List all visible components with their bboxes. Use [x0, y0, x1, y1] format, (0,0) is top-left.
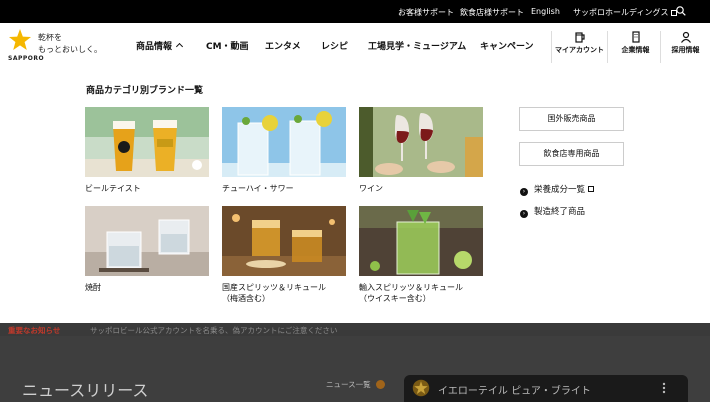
wine-thumbnail	[359, 107, 483, 177]
main-header: SAPPORO 乾杯を もっとおいしく。 商品情報 CM・動画 エンタメ レシピ…	[0, 23, 710, 69]
important-notice-bar: 重要なお知らせ サッポロビール公式アカウントを名乗る、偽アカウントにご注意くださ…	[0, 323, 710, 336]
overseas-products-button[interactable]: 国外販売商品	[519, 107, 624, 131]
beer-thumbnail	[85, 107, 209, 177]
news-release-heading: ニュースリリース	[22, 381, 149, 400]
shochu-thumbnail	[85, 206, 209, 276]
star-logo-icon	[9, 29, 31, 50]
domestic-spirits-thumbnail	[222, 206, 346, 276]
page-overlay[interactable]: 重要なお知らせ サッポロビール公式アカウントを名乗る、偽アカウントにご注意くださ…	[0, 323, 710, 402]
my-account-button[interactable]: マイアカウント	[551, 31, 607, 63]
restaurant-support-link[interactable]: 飲食店様サポート	[460, 7, 524, 18]
star-logo-icon	[412, 379, 430, 397]
discontinued-products-label: 製造終了商品	[534, 207, 586, 217]
nutrition-info-label: 栄養成分一覧	[534, 185, 586, 195]
category-imported-spirits[interactable]: 輸入スピリッツ＆リキュール （ウイスキー含む）	[359, 206, 483, 304]
top-utility-bar: お客様サポート 飲食店様サポート English サッポロホールディングス	[0, 0, 710, 23]
video-title: イエローテイル ピュア・ブライト	[438, 386, 591, 397]
imported-spirits-thumbnail	[359, 206, 483, 276]
holdings-link[interactable]: サッポロホールディングス	[573, 7, 678, 18]
video-card[interactable]: イエローテイル ピュア・ブライト	[404, 375, 688, 402]
category-shochu-label: 焼酎	[85, 283, 101, 292]
english-link[interactable]: English	[531, 7, 560, 16]
search-icon[interactable]	[676, 6, 686, 16]
notice-label: 重要なお知らせ	[8, 326, 61, 335]
nav-campaign[interactable]: キャンペーン	[480, 39, 534, 52]
beer-mug-icon	[574, 32, 585, 43]
sapporo-logo[interactable]: SAPPORO 乾杯を もっとおいしく。	[8, 28, 103, 64]
more-vertical-icon[interactable]	[662, 382, 666, 394]
category-domestic-spirits-sublabel: （梅酒含む）	[222, 294, 270, 303]
company-info-label: 企業情報	[621, 46, 650, 54]
nutrition-info-link[interactable]: › 栄養成分一覧	[520, 183, 595, 196]
category-chuhai-label: チューハイ・サワー	[222, 184, 294, 193]
chevron-up-icon	[175, 42, 184, 51]
recruit-button[interactable]: 採用情報	[660, 31, 710, 63]
tagline-line2: もっとおいしく。	[38, 45, 102, 54]
chuhai-thumbnail	[222, 107, 346, 177]
category-imported-spirits-sublabel: （ウイスキー含む）	[359, 294, 431, 303]
customer-support-link[interactable]: お客様サポート	[398, 7, 454, 18]
tagline-line1: 乾杯を	[38, 33, 62, 42]
restaurant-products-button[interactable]: 飲食店専用商品	[519, 142, 624, 166]
category-imported-spirits-label: 輸入スピリッツ＆リキュール	[359, 283, 463, 292]
logo-tagline: 乾杯を もっとおいしく。	[38, 32, 102, 56]
nav-factory-tour[interactable]: 工場見学・ミュージアム	[368, 39, 466, 52]
category-beer[interactable]: ビールテイスト	[85, 107, 209, 194]
mega-menu-title: 商品カテゴリ別ブランド一覧	[86, 86, 204, 96]
nav-products[interactable]: 商品情報	[136, 39, 184, 52]
category-chuhai[interactable]: チューハイ・サワー	[222, 107, 346, 194]
category-domestic-spirits[interactable]: 国産スピリッツ＆リキュール （梅酒含む）	[222, 206, 346, 304]
chevron-right-icon: ›	[520, 188, 528, 196]
my-account-label: マイアカウント	[555, 46, 604, 54]
external-link-icon	[588, 186, 595, 192]
building-icon	[631, 31, 640, 43]
category-beer-label: ビールテイスト	[85, 184, 141, 193]
holdings-label: サッポロホールディングス	[573, 8, 669, 17]
category-domestic-spirits-label: 国産スピリッツ＆リキュール	[222, 283, 326, 292]
category-wine[interactable]: ワイン	[359, 107, 483, 194]
nav-recipe[interactable]: レシピ	[321, 39, 348, 52]
nav-entertainment[interactable]: エンタメ	[265, 39, 301, 52]
category-wine-label: ワイン	[359, 184, 383, 193]
nav-products-label: 商品情報	[136, 42, 173, 52]
category-shochu[interactable]: 焼酎	[85, 206, 209, 293]
nav-cm-video[interactable]: CM・動画	[206, 39, 249, 52]
logo-wordmark: SAPPORO	[8, 55, 45, 62]
news-list-label: ニュース一覧	[326, 380, 371, 389]
person-icon	[680, 31, 691, 43]
recruit-label: 採用情報	[671, 46, 700, 54]
notice-text: サッポロビール公式アカウントを名乗る、偽アカウントにご注意ください	[90, 326, 338, 335]
news-list-link[interactable]: ニュース一覧	[326, 379, 385, 390]
chevron-right-icon: ›	[520, 210, 528, 218]
discontinued-products-link[interactable]: › 製造終了商品	[520, 205, 585, 218]
arrow-circle-icon	[375, 380, 385, 389]
products-mega-menu: 商品カテゴリ別ブランド一覧 ビールテイスト チューハイ・サワー ワイン 焼酎 国…	[0, 69, 710, 323]
company-info-button[interactable]: 企業情報	[607, 31, 663, 63]
